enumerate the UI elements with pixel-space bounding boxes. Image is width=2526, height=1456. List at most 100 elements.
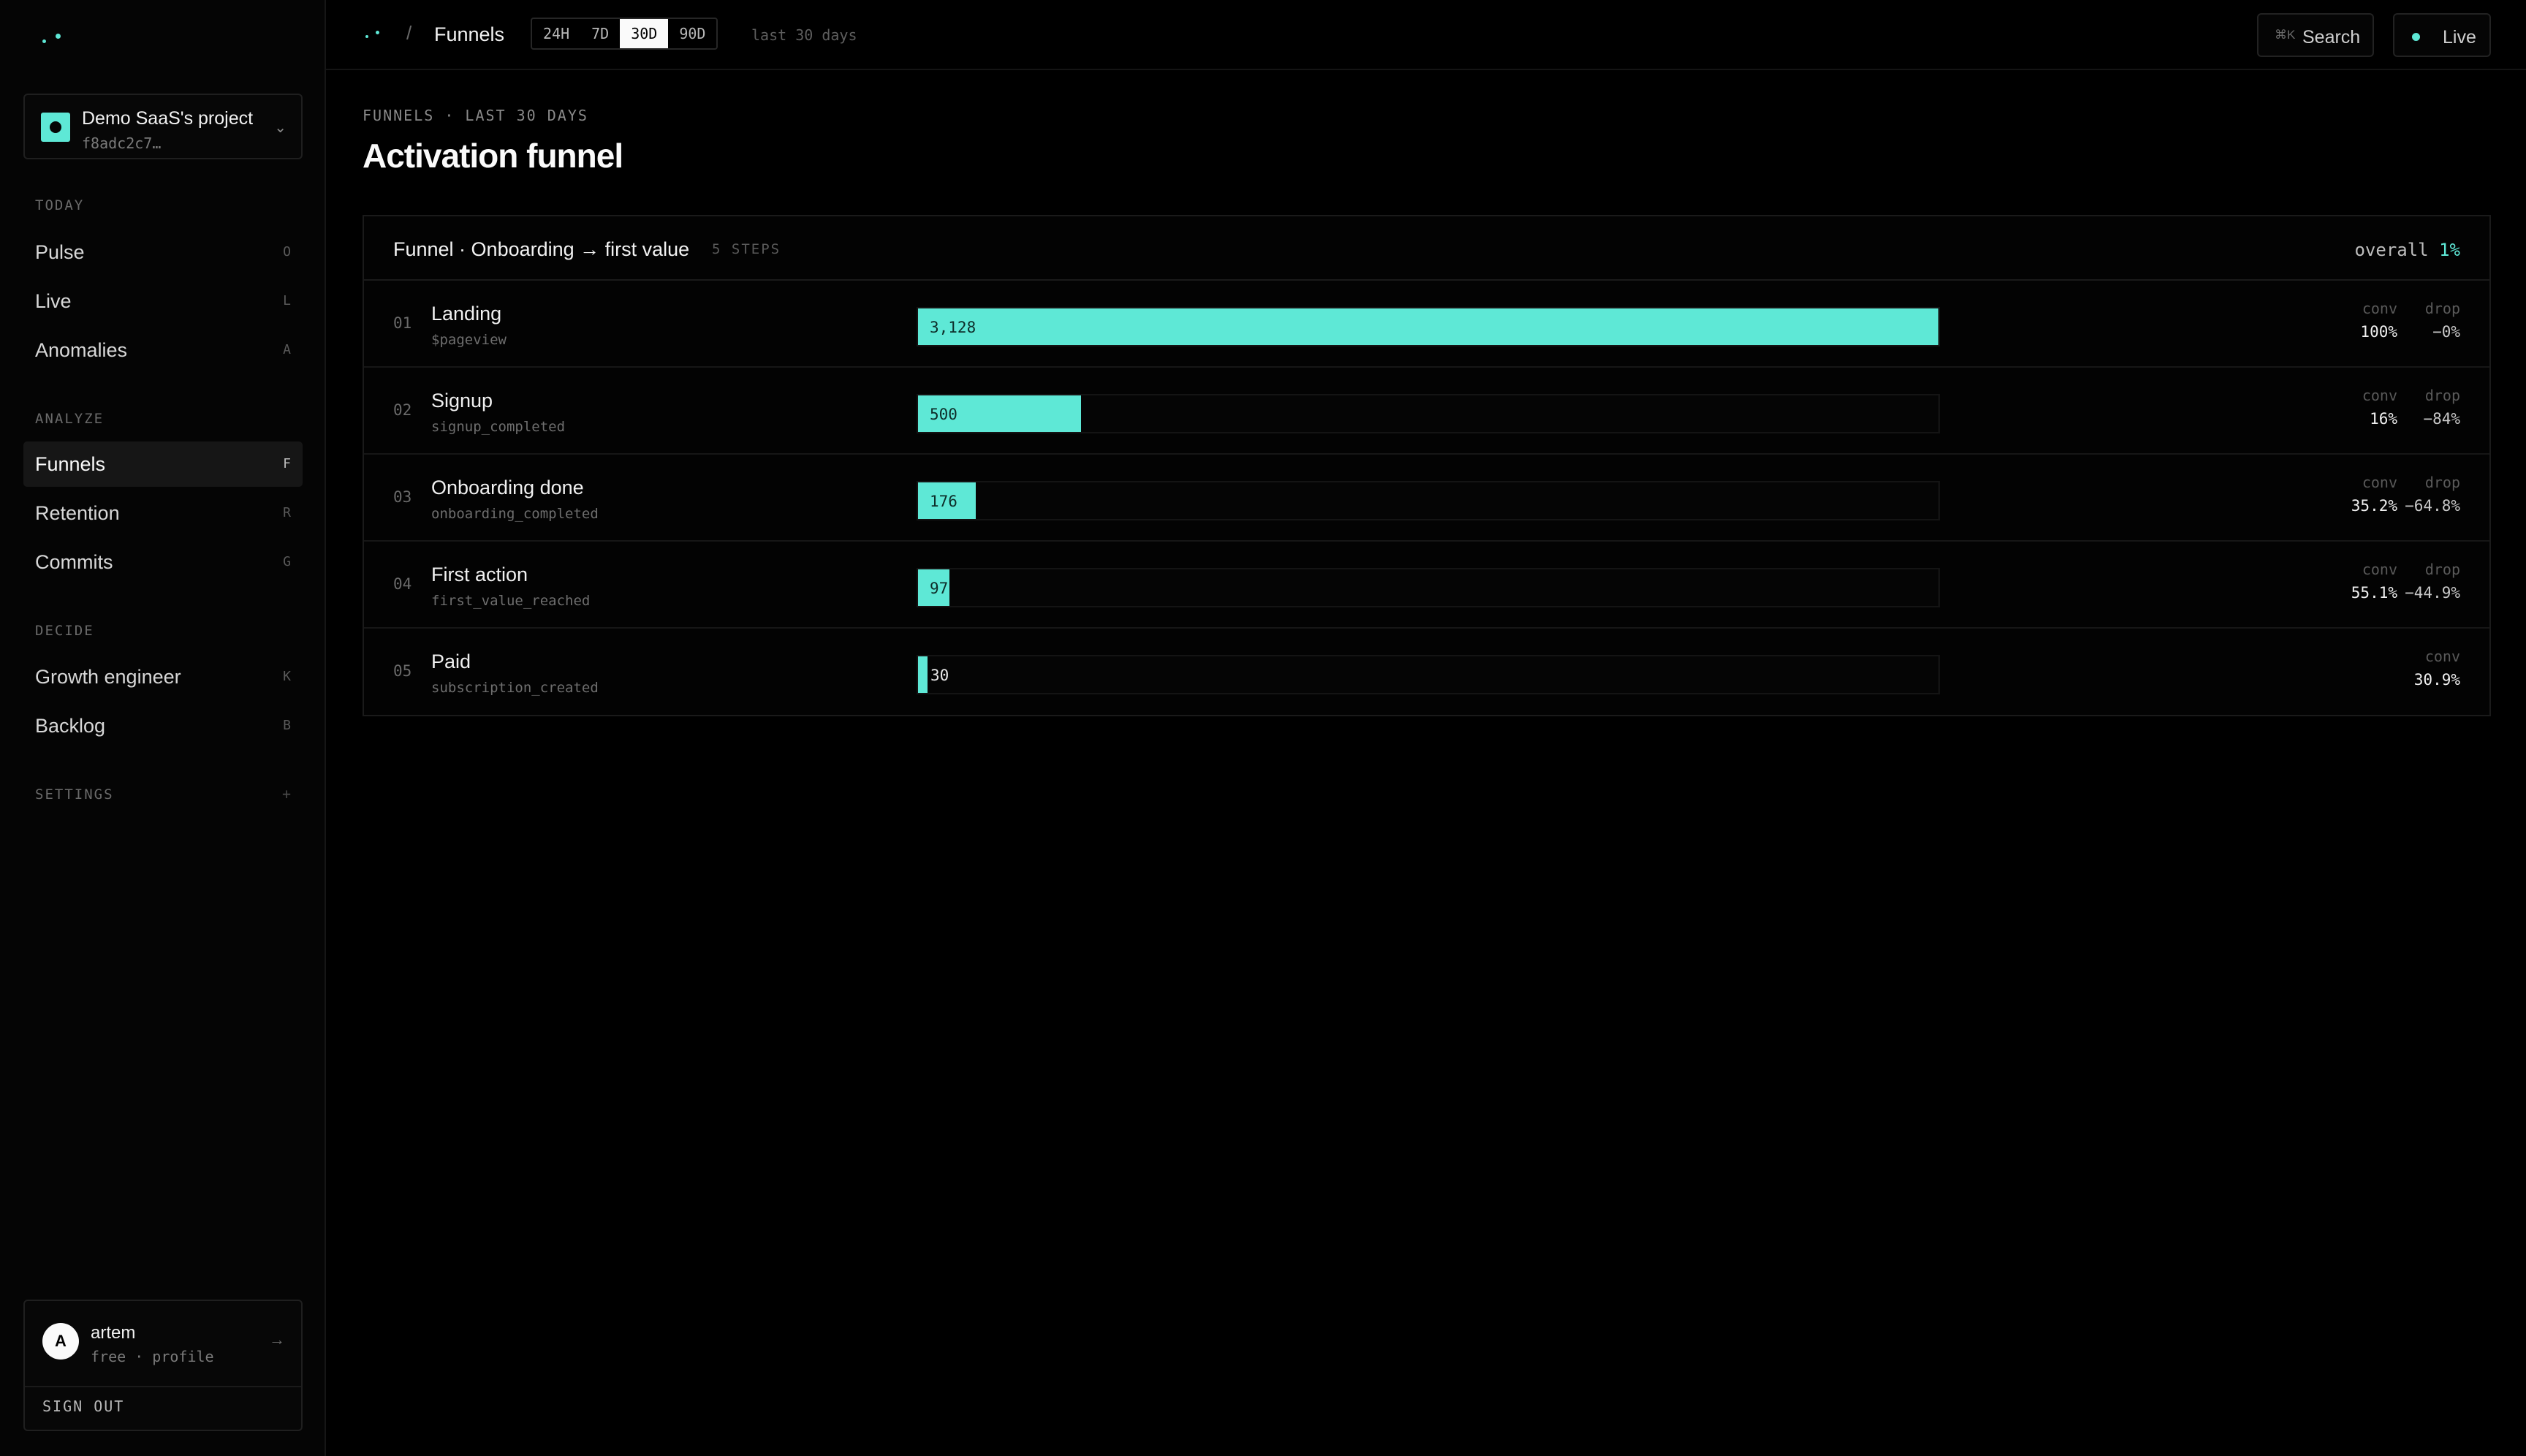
funnel-step-row[interactable]: 03 Onboarding done onboarding_completed 176… <box>364 455 2489 542</box>
step-number: 04 <box>393 575 412 593</box>
sidebar-item-live[interactable]: Live L <box>23 278 303 324</box>
sidebar-item-label: Backlog <box>35 715 106 737</box>
step-conversion: conv 30.9% <box>2414 648 2460 689</box>
step-drop: drop −0% <box>2425 300 2460 341</box>
shortcut-key: F <box>283 456 291 471</box>
drop-label: drop <box>2424 561 2460 578</box>
step-bar-track: 3,128 <box>917 307 1940 346</box>
step-count: 500 <box>930 406 957 423</box>
sidebar-item-backlog[interactable]: Backlog B <box>23 703 303 748</box>
range-note: last 30 days <box>751 26 857 44</box>
project-name: Demo SaaS's project <box>82 108 254 129</box>
sign-out-button[interactable]: SIGN OUT <box>42 1398 124 1415</box>
sidebar-item-pulse[interactable]: Pulse O <box>23 230 303 275</box>
step-name: First action <box>431 564 528 585</box>
conv-label: conv <box>2362 561 2397 578</box>
sidebar-item-settings[interactable]: SETTINGS + <box>35 785 291 803</box>
funnel-step-row[interactable]: 02 Signup signup_completed 500 conv 16% drop −8… <box>364 368 2489 455</box>
step-name: Signup <box>431 390 493 412</box>
range-30d-button[interactable]: 30D <box>620 19 669 48</box>
sidebar-item-growth-engineer[interactable]: Growth engineer K <box>23 654 303 699</box>
shortcut-key: A <box>283 342 291 357</box>
nav-section-decide: DECIDE <box>35 623 94 639</box>
sidebar-item-funnels[interactable]: Funnels F <box>23 441 303 487</box>
step-name: Paid <box>431 651 471 672</box>
plus-icon: + <box>281 785 291 803</box>
funnel-step-row[interactable]: 05 Paid subscription_created 30 conv 30.9% <box>364 629 2489 716</box>
step-count: 176 <box>930 493 957 510</box>
shortcut-key: K <box>283 669 291 684</box>
step-number: 05 <box>393 662 412 680</box>
drop-value: −0% <box>2432 323 2460 341</box>
step-bar-track: 97 <box>917 568 1940 607</box>
project-id: f8adc2c7… <box>82 134 162 152</box>
project-switcher[interactable]: Demo SaaS's project f8adc2c7… ⌄ <box>23 94 303 159</box>
sidebar-item-commits[interactable]: Commits G <box>23 539 303 585</box>
step-count: 97 <box>930 580 949 597</box>
step-event: onboarding_completed <box>431 506 599 522</box>
sidebar-item-label: Anomalies <box>35 339 128 361</box>
divider <box>25 1386 301 1387</box>
step-conversion: conv 16% <box>2362 387 2397 428</box>
shortcut-key: R <box>283 505 291 520</box>
breadcrumb-current: Funnels <box>434 23 505 45</box>
sidebar-item-label: Pulse <box>35 241 85 263</box>
overall-value: 1% <box>2439 240 2460 260</box>
step-name: Landing <box>431 303 502 325</box>
live-dot-icon <box>2412 33 2420 41</box>
range-90d-button[interactable]: 90D <box>668 19 716 48</box>
step-bar-fill <box>918 656 928 693</box>
drop-label: drop <box>2424 387 2460 404</box>
step-drop: drop −84% <box>2423 387 2460 428</box>
arrow-right-icon[interactable]: → <box>269 1330 285 1349</box>
app: Demo SaaS's project f8adc2c7… ⌄ TODAY Pu… <box>0 0 2526 1456</box>
user-card: A artem free · profile → SIGN OUT <box>23 1300 303 1431</box>
conv-value: 100% <box>2360 323 2397 341</box>
page-eyebrow: FUNNELS · LAST 30 DAYS <box>363 107 588 124</box>
step-name: Onboarding done <box>431 477 584 498</box>
funnel-panel: Funnel · Onboarding → first value 5 STEP… <box>363 215 2491 716</box>
conv-label: conv <box>2362 300 2397 317</box>
live-label: Live <box>2443 27 2476 48</box>
sidebar-item-anomalies[interactable]: Anomalies A <box>23 327 303 373</box>
page-title: Activation funnel <box>363 137 623 175</box>
drop-label: drop <box>2424 474 2460 491</box>
nav-section-today: TODAY <box>35 197 85 213</box>
project-avatar <box>41 113 70 142</box>
breadcrumb-separator: / <box>406 22 412 44</box>
step-drop: drop −44.9% <box>2405 561 2460 602</box>
step-bar-track: 30 <box>917 655 1940 694</box>
conv-value: 16% <box>2370 410 2397 428</box>
search-button[interactable]: ⌘K Search <box>2257 13 2374 57</box>
drop-value: −64.8% <box>2405 497 2460 515</box>
step-event: signup_completed <box>431 419 566 435</box>
shortcut-key: L <box>283 293 291 308</box>
drop-value: −84% <box>2423 410 2460 428</box>
sidebar-item-label: Live <box>35 290 72 312</box>
avatar[interactable]: A <box>42 1323 79 1360</box>
step-count: 30 <box>930 667 949 684</box>
chevron-down-icon: ⌄ <box>274 120 287 136</box>
user-plan: free · profile <box>91 1348 214 1365</box>
step-count: 3,128 <box>930 319 976 336</box>
step-conversion: conv 55.1% <box>2351 561 2397 602</box>
funnel-step-row[interactable]: 01 Landing $pageview 3,128 conv 100% drop −0% <box>364 281 2489 368</box>
sidebar-item-retention[interactable]: Retention R <box>23 490 303 536</box>
sidebar-item-label: Retention <box>35 502 120 524</box>
settings-label: SETTINGS <box>35 786 114 803</box>
step-number: 03 <box>393 488 412 506</box>
step-event: subscription_created <box>431 680 599 696</box>
drop-value: −44.9% <box>2405 584 2460 602</box>
logo-icon[interactable] <box>41 32 67 47</box>
range-7d-button[interactable]: 7D <box>580 19 620 48</box>
user-name[interactable]: artem <box>91 1323 135 1343</box>
conv-label: conv <box>2424 648 2460 665</box>
breadcrumb-logo-icon[interactable] <box>365 31 384 41</box>
topbar: / Funnels 24H 7D 30D 90D last 30 days ⌘K… <box>326 0 2526 70</box>
live-button[interactable]: Live <box>2393 13 2491 57</box>
funnel-step-row[interactable]: 04 First action first_value_reached 97 conv 5… <box>364 542 2489 629</box>
step-number: 02 <box>393 401 412 419</box>
range-24h-button[interactable]: 24H <box>532 19 580 48</box>
search-label: Search <box>2302 27 2361 48</box>
sidebar: Demo SaaS's project f8adc2c7… ⌄ TODAY Pu… <box>0 0 326 1456</box>
